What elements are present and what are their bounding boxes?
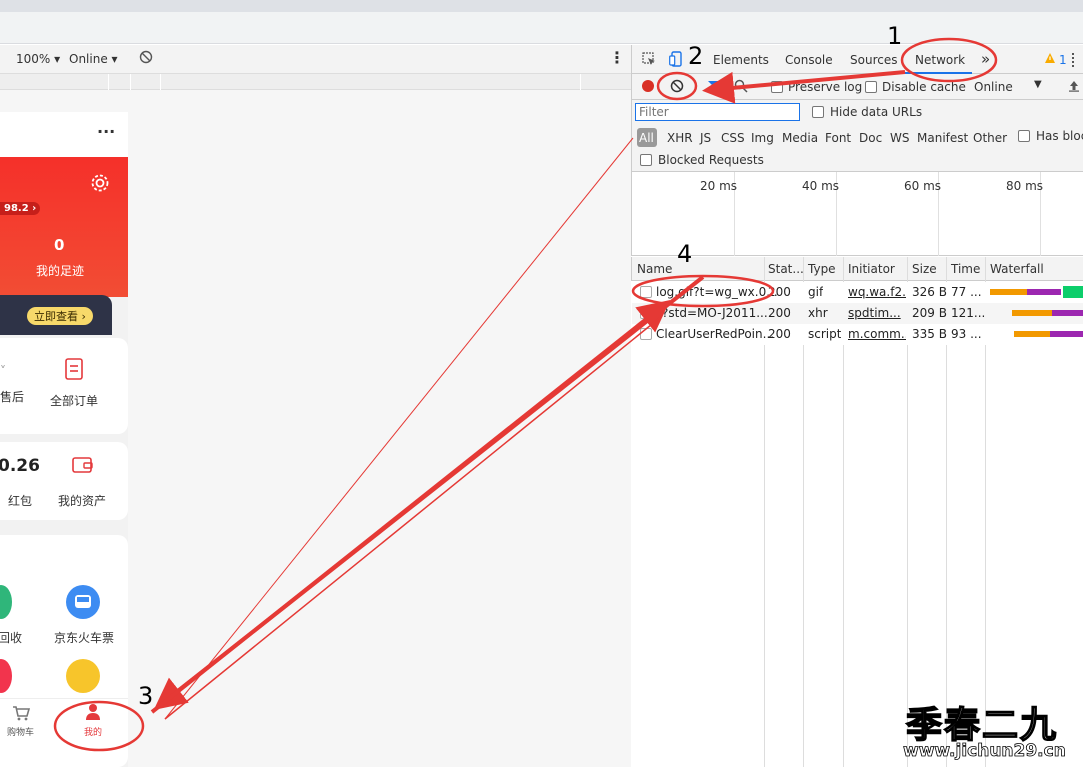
annotation-number: 4 xyxy=(677,240,693,268)
highlight-request-ellipse xyxy=(631,274,775,308)
annotation-number: 3 xyxy=(138,682,154,710)
arrow-thin-line xyxy=(164,315,663,720)
highlight-clear-ellipse xyxy=(656,71,698,101)
watermark-url: www.jichun29.cn xyxy=(903,741,1067,762)
annotation-overlay xyxy=(53,37,998,752)
annotation-number: 1 xyxy=(887,22,903,50)
arrow-network-to-clear xyxy=(702,70,906,104)
arrow-thin-line-2 xyxy=(164,137,634,720)
highlight-mine-ellipse xyxy=(53,700,145,752)
arrow-mine-to-request xyxy=(150,300,671,714)
highlight-network-ellipse xyxy=(900,37,998,83)
annotation-number: 2 xyxy=(688,42,704,70)
